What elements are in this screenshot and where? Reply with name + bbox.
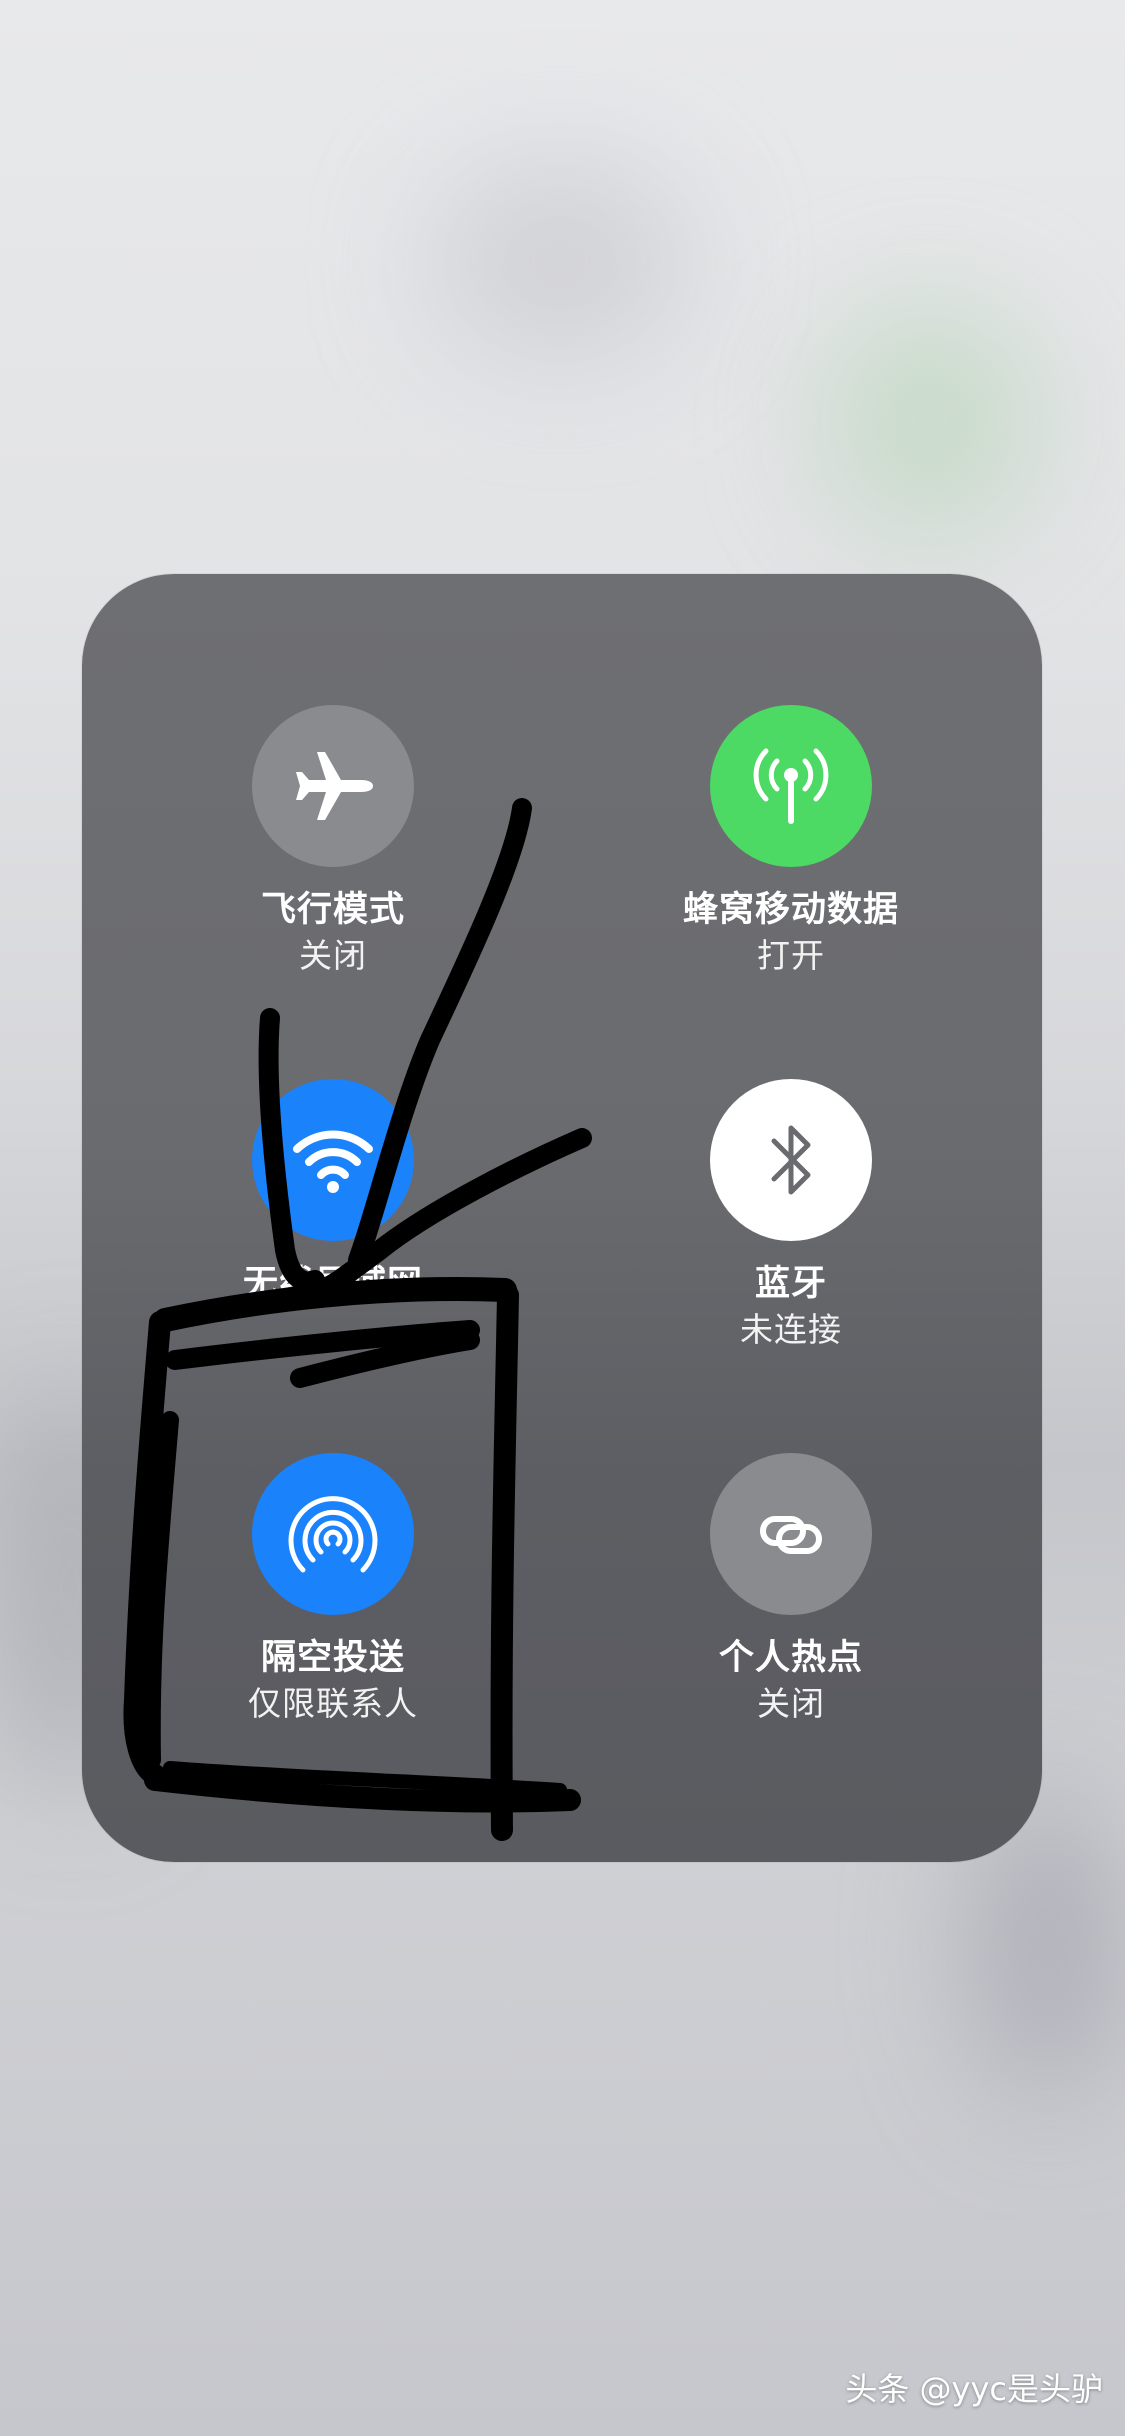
wifi-icon <box>293 1130 373 1193</box>
airdrop-icon <box>288 1496 378 1573</box>
cellular-data-toggle[interactable]: 蜂窝移动数据 打开 <box>641 705 941 979</box>
background-blur <box>430 160 690 360</box>
link-icon <box>760 1516 822 1554</box>
wifi-button[interactable] <box>252 1079 414 1241</box>
cellular-antenna-icon <box>753 748 829 824</box>
airdrop-toggle[interactable]: 隔空投送 仅限联系人 <box>183 1453 483 1727</box>
cellular-data-button[interactable] <box>710 705 872 867</box>
airplane-mode-button[interactable] <box>252 705 414 867</box>
background-blur <box>820 300 1040 540</box>
bluetooth-label: 蓝牙 <box>754 1264 827 1304</box>
cellular-data-status: 打开 <box>757 936 825 975</box>
personal-hotspot-button[interactable] <box>710 1453 872 1615</box>
wifi-label: 无线局域网 <box>242 1264 423 1304</box>
wifi-toggle[interactable]: 无线局域网 <box>183 1079 483 1307</box>
airplane-mode-status: 关闭 <box>299 936 367 975</box>
cellular-data-label: 蜂窝移动数据 <box>682 890 899 930</box>
airdrop-status: 仅限联系人 <box>248 1684 418 1723</box>
personal-hotspot-status: 关闭 <box>757 1684 825 1723</box>
personal-hotspot-label: 个人热点 <box>718 1638 863 1678</box>
bluetooth-button[interactable] <box>710 1079 872 1241</box>
airplane-mode-toggle[interactable]: 飞行模式 关闭 <box>183 705 483 979</box>
airdrop-label: 隔空投送 <box>260 1638 405 1678</box>
personal-hotspot-toggle[interactable]: 个人热点 关闭 <box>641 1453 941 1727</box>
bluetooth-toggle[interactable]: 蓝牙 未连接 <box>641 1079 941 1353</box>
airplane-mode-label: 飞行模式 <box>260 890 405 930</box>
bluetooth-status: 未连接 <box>740 1310 842 1349</box>
airplane-icon <box>296 752 373 820</box>
bluetooth-icon <box>771 1125 811 1195</box>
airdrop-button[interactable] <box>252 1453 414 1615</box>
watermark-text: 头条 @yyc是头驴 <box>845 2370 1103 2408</box>
